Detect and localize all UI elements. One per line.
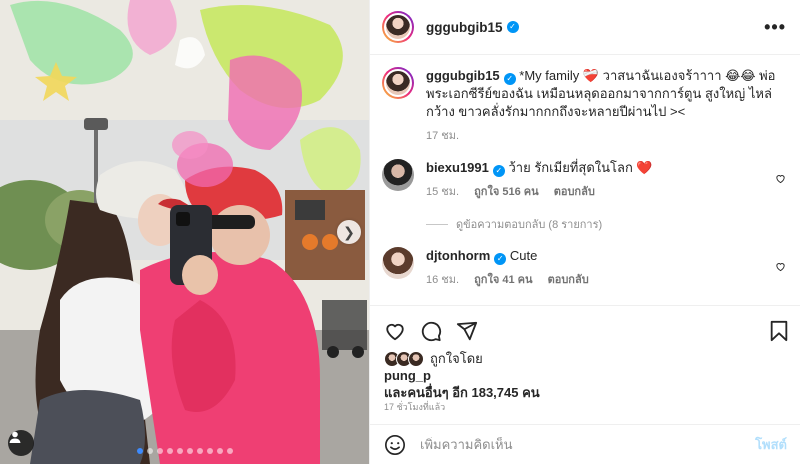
comment-time[interactable]: 16 ชม.: [426, 274, 459, 286]
comment-icon[interactable]: [420, 320, 442, 342]
action-bar: [370, 305, 800, 345]
comment-avatar[interactable]: [382, 159, 414, 191]
carousel-dot: [166, 448, 173, 454]
comment-meta: 16 ชม. ถูกใจ 41 คน ตอบกลับ: [426, 271, 788, 289]
heart-icon[interactable]: [384, 320, 406, 342]
add-comment-input[interactable]: [420, 437, 756, 452]
caption-meta: 17 ชม.: [426, 127, 788, 145]
liker-avatars[interactable]: [384, 350, 424, 367]
verified-badge-icon: ✓: [503, 73, 516, 85]
carousel-dot: [176, 448, 183, 454]
comments-list: gggubgib15 ✓ *My family ❤️‍🩹 วาสนาฉันเองจ…: [370, 55, 800, 307]
liked-by-label: ถูกใจโดย: [430, 351, 483, 366]
comment-avatar[interactable]: [382, 247, 414, 279]
comment-username[interactable]: biexu1991: [426, 160, 489, 175]
reply-button[interactable]: ตอบกลับ: [554, 186, 595, 198]
post-comment-button[interactable]: โพสต์: [755, 434, 787, 455]
carousel-dot: [196, 448, 203, 454]
post-header: gggubgib15 ✓ •••: [370, 0, 800, 55]
smiley-icon[interactable]: [384, 434, 406, 456]
likes-summary: ถูกใจโดย pung_p และคนอื่นๆ อีก 183,745 ค…: [384, 350, 540, 401]
comment-item: djtonhorm ✓ Cute 16 ชม. ถูกใจ 41 คน ตอบกล…: [382, 247, 788, 289]
liked-by-others[interactable]: และคนอื่นๆ อีก 183,745 คน: [384, 384, 540, 401]
carousel-next-button[interactable]: ❯: [337, 220, 361, 244]
verified-badge-icon: ✓: [494, 253, 507, 265]
post-photo[interactable]: ❯: [0, 0, 369, 464]
post-side-panel: gggubgib15 ✓ ••• gggubgib15 ✓ *My family …: [369, 0, 800, 464]
post-time-ago[interactable]: 17 ชั่วโมงที่แล้ว: [384, 400, 445, 414]
comment-like-heart-icon[interactable]: [775, 173, 786, 184]
author-username[interactable]: gggubgib15: [426, 20, 503, 35]
comment-meta: 15 ชม. ถูกใจ 516 คน ตอบกลับ: [426, 183, 788, 201]
caption-time[interactable]: 17 ชม.: [426, 130, 459, 142]
photo-illustration: [0, 0, 369, 464]
comment-item: biexu1991 ✓ ว้าย รักเมียที่สุดในโลก ❤️ 15…: [382, 159, 788, 201]
caption: gggubgib15 ✓ *My family ❤️‍🩹 วาสนาฉันเองจ…: [382, 67, 788, 145]
view-replies-button[interactable]: ดูข้อความตอบกลับ (8 รายการ): [426, 215, 788, 233]
carousel-dot: [206, 448, 213, 454]
paper-plane-icon[interactable]: [456, 320, 478, 342]
carousel-dot: [156, 448, 163, 454]
more-options-icon[interactable]: •••: [764, 17, 786, 38]
author-avatar[interactable]: [382, 11, 414, 43]
comment-text: ว้าย รักเมียที่สุดในโลก ❤️: [508, 160, 653, 175]
caption-avatar[interactable]: [382, 67, 414, 99]
verified-badge-icon: ✓: [492, 165, 505, 177]
carousel-dot: [186, 448, 193, 454]
comment-username[interactable]: djtonhorm: [426, 248, 490, 263]
carousel-dot: [146, 448, 153, 454]
carousel-indicator: [0, 448, 369, 454]
carousel-dot: [226, 448, 233, 454]
person-tag-icon: [9, 431, 21, 443]
reply-button[interactable]: ตอบกลับ: [548, 274, 589, 286]
chevron-right-icon: ❯: [343, 223, 355, 240]
comment-likes[interactable]: ถูกใจ 516 คน: [474, 186, 538, 198]
comment-text: Cute: [509, 248, 538, 263]
view-replies-label: ดูข้อความตอบกลับ (8 รายการ): [456, 219, 603, 231]
carousel-dot: [136, 448, 143, 454]
caption-username[interactable]: gggubgib15: [426, 68, 500, 83]
carousel-dot: [216, 448, 223, 454]
comment-time[interactable]: 15 ชม.: [426, 186, 459, 198]
comment-likes[interactable]: ถูกใจ 41 คน: [474, 274, 532, 286]
add-comment-bar: โพสต์: [370, 424, 800, 464]
liked-by-user[interactable]: pung_p: [384, 367, 540, 384]
comment-like-heart-icon[interactable]: [775, 261, 786, 272]
verified-badge-icon: ✓: [506, 21, 519, 33]
bookmark-icon[interactable]: [769, 320, 789, 342]
